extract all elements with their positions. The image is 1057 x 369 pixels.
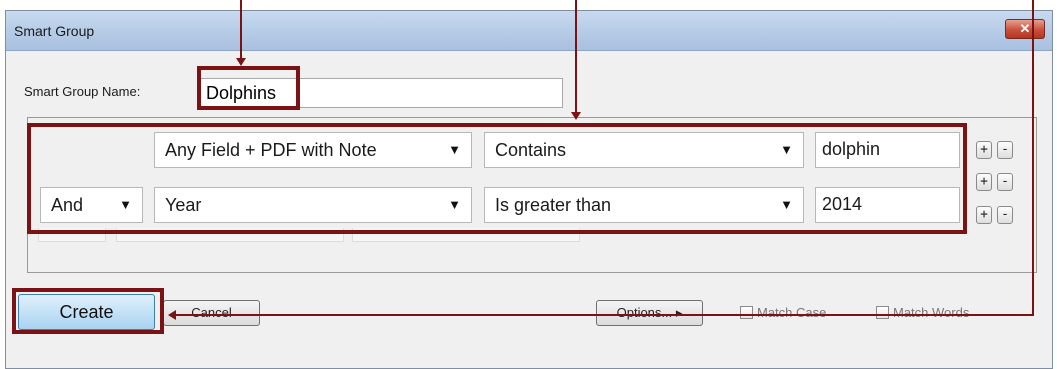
name-field-highlight	[197, 66, 300, 110]
remove-row-button[interactable]: -	[997, 206, 1013, 224]
options-button[interactable]: Options... ▸	[596, 300, 703, 326]
match-case-checkbox[interactable]	[740, 306, 753, 319]
annotation-line	[176, 314, 1034, 316]
add-row-button[interactable]: +	[976, 206, 992, 224]
arrow-down-icon	[236, 58, 246, 66]
criteria-highlight	[27, 123, 967, 234]
annotation-line	[575, 0, 577, 112]
smart-group-name-label: Smart Group Name:	[24, 84, 141, 99]
cancel-button[interactable]: Cancel	[163, 300, 260, 326]
match-case-label: Match Case	[757, 305, 827, 320]
match-words-label: Match Words	[893, 305, 970, 320]
annotation-line	[240, 0, 242, 58]
close-button[interactable]: ✕	[1005, 19, 1045, 39]
window-title: Smart Group	[14, 23, 95, 39]
create-button-highlight	[12, 288, 164, 334]
title-bar	[6, 11, 1052, 51]
remove-row-button[interactable]: -	[997, 141, 1013, 159]
match-words-checkbox[interactable]	[876, 306, 889, 319]
remove-row-button[interactable]: -	[997, 173, 1013, 191]
arrow-down-icon	[571, 112, 581, 120]
arrow-left-icon	[168, 310, 176, 320]
annotation-line	[1032, 0, 1034, 316]
add-row-button[interactable]: +	[976, 141, 992, 159]
add-row-button[interactable]: +	[976, 173, 992, 191]
